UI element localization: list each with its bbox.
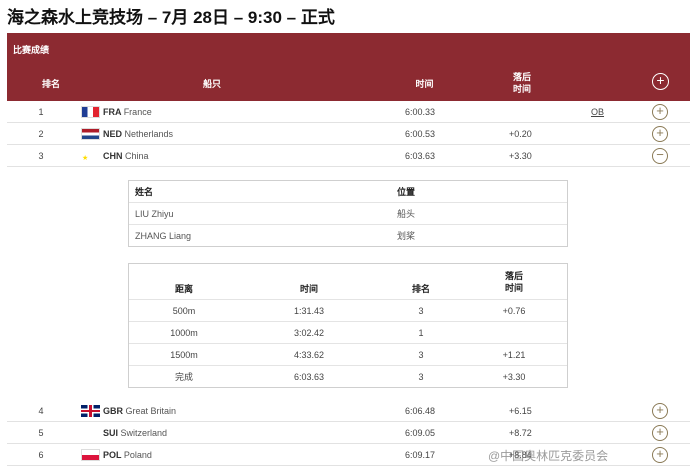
team-name: Switzerland (120, 428, 168, 438)
splits-row: 1500m 4:33.62 3 +1.21 (129, 344, 567, 366)
split-behind: +1.21 (502, 350, 526, 360)
poland-flag-icon (81, 449, 100, 461)
split-distance: 1000m (170, 328, 198, 338)
team-code: GBR (103, 406, 123, 416)
team-code: SUI (103, 428, 119, 438)
team-name: China (125, 151, 149, 161)
expand-plus-icon[interactable]: + (652, 126, 668, 142)
crew-member-position: 船头 (397, 209, 416, 219)
splits-header-behind: 落后 时间 (504, 271, 523, 293)
splits-table: 距离 时间 排名 落后 时间 500m 1:31.43 3 +0.76 1000… (128, 263, 568, 388)
splits-header-row: 距离 时间 排名 落后 时间 (129, 264, 567, 300)
expand-plus-icon[interactable]: + (652, 403, 668, 419)
split-time: 6:03.63 (293, 372, 325, 382)
split-time: 4:33.62 (293, 350, 325, 360)
splits-row: 1000m 3:02.42 1 (129, 322, 567, 344)
row-team: POL Poland (103, 444, 152, 466)
row-time: 6:06.48 (405, 406, 436, 416)
crew-header-name: 姓名 (135, 187, 154, 197)
crew-header-position: 位置 (397, 187, 416, 197)
collapse-minus-icon[interactable]: − (652, 148, 668, 164)
splits-row: 完成 6:03.63 3 +3.30 (129, 366, 567, 388)
expand-plus-icon[interactable]: + (652, 104, 668, 120)
section-label: 比赛成绩 (13, 45, 50, 55)
splits-header-time: 时间 (299, 284, 318, 294)
team-name: Poland (123, 450, 152, 460)
row-team: SUI Switzerland (103, 422, 167, 444)
table-row[interactable]: 4 GBR Great Britain 6:06.48 +6.15 + (7, 400, 690, 422)
row-behind: +8.72 (509, 428, 532, 438)
expand-plus-icon[interactable]: + (652, 447, 668, 463)
crew-row: ZHANG Liang 划桨 (129, 225, 567, 247)
team-code: POL (103, 450, 122, 460)
split-time: 1:31.43 (293, 306, 325, 316)
team-name: Great Britain (125, 406, 177, 416)
split-time: 3:02.42 (293, 328, 325, 338)
column-header-rank: 排名 (41, 79, 60, 89)
row-behind: +6.15 (509, 406, 532, 416)
team-name: France (123, 107, 152, 117)
great-britain-flag-icon (81, 405, 100, 417)
splits-header-rank: 排名 (411, 284, 430, 294)
column-header-behind: 落后 时间 (512, 72, 531, 94)
team-code: CHN (103, 151, 123, 161)
row-team: NED Netherlands (103, 123, 173, 145)
column-header-boat: 船只 (202, 79, 221, 89)
row-team: FRA France (103, 101, 152, 123)
split-behind: +0.76 (502, 306, 526, 316)
page-title: 海之森水上竞技场 – 7月 28日 – 9:30 – 正式 (7, 8, 335, 27)
row-rank: 5 (38, 428, 44, 438)
splits-header-distance: 距离 (174, 284, 193, 294)
row-behind: +3.30 (509, 151, 532, 161)
split-distance: 完成 (174, 372, 193, 382)
split-distance: 1500m (170, 350, 198, 360)
split-behind: +3.30 (502, 372, 526, 382)
crew-member-name: ZHANG Liang (135, 231, 192, 241)
expand-all-plus-icon[interactable]: + (652, 73, 669, 90)
row-time: 6:00.33 (405, 107, 436, 117)
crew-table: 姓名 位置 LIU Zhiyu 船头 ZHANG Liang 划桨 (128, 180, 568, 247)
netherlands-flag-icon (81, 128, 100, 140)
row-rank: 3 (38, 151, 44, 161)
row-team: CHN China (103, 145, 149, 167)
table-row[interactable]: 2 NED Netherlands 6:00.53 +0.20 + (7, 123, 690, 145)
row-rank: 2 (38, 129, 44, 139)
row-time: 6:03.63 (405, 151, 436, 161)
crew-member-name: LIU Zhiyu (135, 209, 174, 219)
split-rank: 1 (418, 328, 424, 338)
crew-member-position: 划桨 (397, 231, 416, 241)
table-row[interactable]: 3 CHN China 6:03.63 +3.30 − (7, 145, 690, 167)
table-row[interactable]: 5 SUI Switzerland 6:09.05 +8.72 + (7, 422, 690, 444)
team-name: Netherlands (124, 129, 174, 139)
row-behind: +0.20 (509, 129, 532, 139)
france-flag-icon (81, 106, 100, 118)
row-time: 6:00.53 (405, 129, 436, 139)
team-code: NED (103, 129, 123, 139)
crew-header-row: 姓名 位置 (129, 181, 567, 203)
column-header-time: 时间 (415, 79, 434, 89)
row-rank: 1 (38, 107, 44, 117)
row-time: 6:09.17 (405, 450, 436, 460)
watermark: @中国奥林匹克委员会 (488, 449, 609, 463)
split-rank: 3 (418, 372, 424, 382)
row-team: GBR Great Britain (103, 400, 176, 422)
split-distance: 500m (172, 306, 196, 316)
split-rank: 3 (418, 306, 424, 316)
row-rank: 6 (38, 450, 44, 460)
team-code: FRA (103, 107, 122, 117)
expand-plus-icon[interactable]: + (652, 425, 668, 441)
crew-row: LIU Zhiyu 船头 (129, 203, 567, 225)
row-time: 6:09.05 (405, 428, 436, 438)
row-rank: 4 (38, 406, 44, 416)
splits-row: 500m 1:31.43 3 +0.76 (129, 300, 567, 322)
results-header: 比赛成绩 排名 船只 时间 落后 时间 + (7, 33, 690, 101)
split-rank: 3 (418, 350, 424, 360)
row-note-link[interactable]: OB (591, 101, 604, 123)
table-row[interactable]: 1 FRA France 6:00.33 OB + (7, 101, 690, 123)
